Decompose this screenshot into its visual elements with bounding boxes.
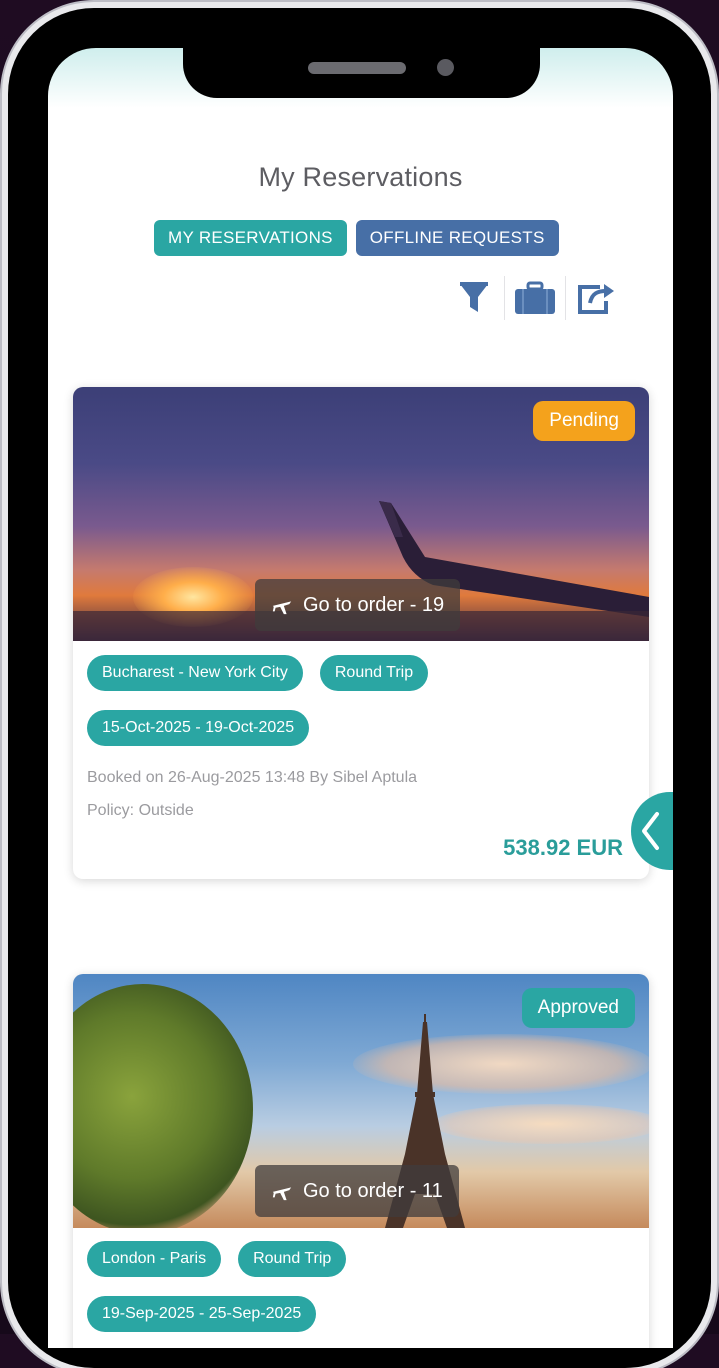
briefcase-icon bbox=[515, 281, 555, 314]
status-badge: Approved bbox=[521, 988, 635, 1028]
trip-type-chip: Round Trip bbox=[238, 1241, 347, 1277]
go-to-order-button[interactable]: Go to order - 11 bbox=[255, 1165, 459, 1217]
route-chip: London - Paris bbox=[87, 1241, 222, 1277]
booked-info: Booked on 26-Aug-2025 13:48 By Sibel Apt… bbox=[87, 769, 418, 786]
trip-type-chip: Round Trip bbox=[319, 655, 429, 691]
route-chip: Bucharest - New York City bbox=[87, 655, 303, 691]
filter-button[interactable] bbox=[444, 274, 504, 322]
device-notch bbox=[183, 48, 540, 98]
chevron-left-icon bbox=[642, 812, 659, 850]
date-chips: 19-Sep-2025 - 25-Sep-2025 bbox=[87, 1296, 317, 1332]
reservation-card[interactable]: Pending Go to order - 19 Bucharest - New… bbox=[73, 387, 649, 879]
reservation-card[interactable]: Approved Go to order - 11 London - Paris… bbox=[73, 974, 649, 1348]
dates-chip: 15-Oct-2025 - 19-Oct-2025 bbox=[87, 710, 310, 746]
date-chips: 15-Oct-2025 - 19-Oct-2025 bbox=[87, 710, 310, 746]
status-badge: Pending bbox=[533, 401, 635, 441]
airplane-icon bbox=[272, 1187, 292, 1201]
go-to-order-label: Go to order - 11 bbox=[303, 1180, 443, 1202]
price: 538.92 EUR bbox=[503, 835, 623, 860]
page-title: My Reservations bbox=[258, 162, 463, 192]
trip-chips: Bucharest - New York City Round Trip bbox=[87, 655, 429, 691]
app-screen: My Reservations MY RESERVATIONS OFFLINE … bbox=[48, 48, 673, 1348]
trip-chips: London - Paris Round Trip bbox=[87, 1241, 347, 1277]
card-image: Approved Go to order - 11 bbox=[73, 974, 649, 1228]
tab-offline-requests[interactable]: OFFLINE REQUESTS bbox=[355, 220, 559, 256]
card-image: Pending Go to order - 19 bbox=[73, 387, 649, 641]
reservation-tabs: MY RESERVATIONS OFFLINE REQUESTS bbox=[154, 220, 559, 256]
briefcase-button[interactable] bbox=[505, 274, 565, 322]
go-to-order-label: Go to order - 19 bbox=[303, 594, 445, 616]
camera bbox=[437, 59, 454, 76]
tab-my-reservations[interactable]: MY RESERVATIONS bbox=[154, 220, 347, 256]
share-icon bbox=[578, 284, 614, 314]
share-button[interactable] bbox=[566, 274, 626, 322]
policy-info: Policy: Outside bbox=[87, 802, 194, 819]
toolbar bbox=[444, 274, 626, 322]
filter-icon bbox=[460, 282, 488, 312]
dates-chip: 19-Sep-2025 - 25-Sep-2025 bbox=[87, 1296, 317, 1332]
go-to-order-button[interactable]: Go to order - 19 bbox=[255, 579, 461, 631]
airplane-icon bbox=[272, 601, 292, 615]
speaker bbox=[308, 62, 406, 74]
